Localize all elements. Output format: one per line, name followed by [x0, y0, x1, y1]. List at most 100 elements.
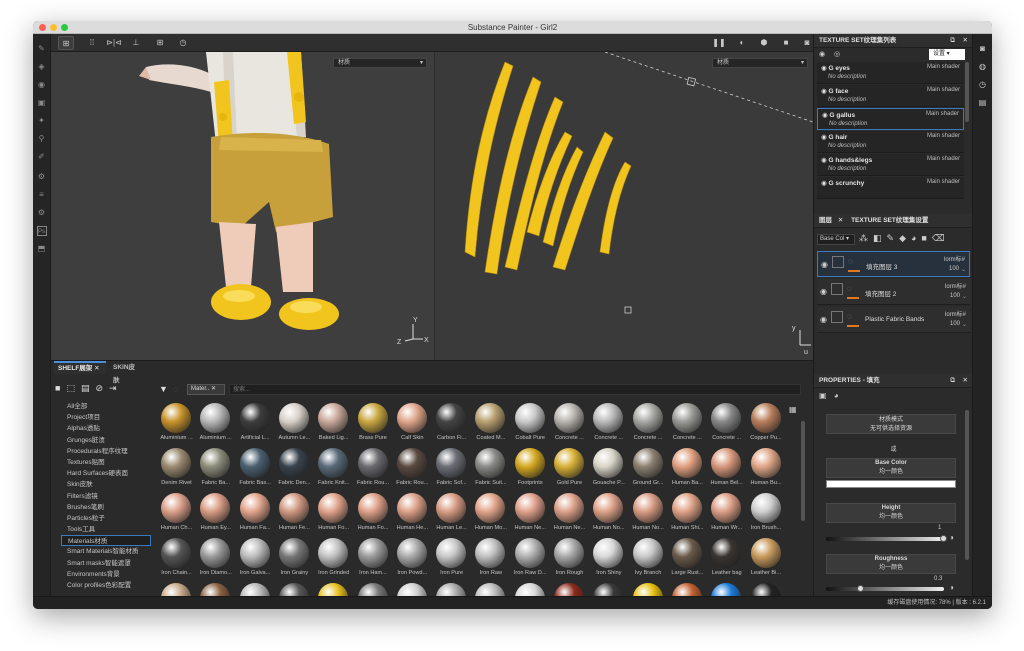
- grid-dots-icon[interactable]: ⁞⁞: [84, 36, 100, 50]
- material-item[interactable]: Fabric Ba...: [196, 448, 235, 496]
- projection-icon[interactable]: ◉: [37, 80, 47, 90]
- material-item[interactable]: Gold Pure: [550, 448, 589, 496]
- material-item[interactable]: Concrete ...: [629, 403, 668, 451]
- paint-icon[interactable]: ✎: [887, 233, 900, 243]
- category-all[interactable]: All全部: [61, 401, 151, 412]
- material-item[interactable]: Iron Chain...: [157, 538, 196, 586]
- eye-icon[interactable]: ◉: [822, 112, 828, 119]
- tab-shelf[interactable]: SHELF展架 ✕: [54, 361, 106, 374]
- category-tools[interactable]: Tools工具: [61, 524, 151, 535]
- material-item[interactable]: Fabric Bas...: [236, 448, 275, 496]
- category-materials[interactable]: Materials材质: [61, 535, 151, 547]
- material-item[interactable]: Iron Powd...: [393, 538, 432, 586]
- shader-label[interactable]: Main shader: [927, 87, 960, 93]
- settings-icon[interactable]: ⚙: [37, 208, 47, 218]
- material-item[interactable]: Iron Raw D...: [511, 538, 550, 586]
- material-item[interactable]: Fabric Den...: [275, 448, 314, 496]
- viewport-right-dropdown[interactable]: 材质 ▾: [712, 58, 808, 68]
- material-item[interactable]: Iron Ham...: [354, 538, 393, 586]
- material-item[interactable]: Autumn Le...: [275, 403, 314, 451]
- material-item[interactable]: Human Fa...: [236, 493, 275, 541]
- eye-icon[interactable]: ◉: [821, 88, 827, 95]
- category-color-profiles[interactable]: Color profiles色彩配置: [61, 580, 151, 591]
- material-item[interactable]: Human No...: [629, 493, 668, 541]
- category-alphas[interactable]: Alphas透贴: [61, 423, 151, 434]
- material-item[interactable]: Human Ne...: [511, 493, 550, 541]
- float-icon[interactable]: ⧉: [950, 34, 955, 48]
- eraser-icon[interactable]: ◈: [37, 62, 47, 72]
- texture-set-row[interactable]: ◉ G gallus Main shader No description: [817, 108, 964, 130]
- material-item[interactable]: Concrete ...: [707, 403, 746, 451]
- export-icon[interactable]: ⬒: [37, 244, 47, 254]
- category-smart-masks[interactable]: Smart masks智能遮罩: [61, 558, 151, 569]
- log-icon[interactable]: ▤: [973, 94, 992, 112]
- add-icon[interactable]: ⊞: [152, 36, 168, 50]
- material-item[interactable]: Ivy Branch: [629, 538, 668, 586]
- hide-icon[interactable]: ⊘: [95, 383, 109, 393]
- close-icon[interactable]: ✕: [838, 217, 843, 224]
- category-particles[interactable]: Particles粒子: [61, 513, 151, 524]
- category-skin[interactable]: Skin皮肤: [61, 479, 151, 490]
- material-item[interactable]: Concrete ...: [668, 403, 707, 451]
- material-item[interactable]: Fabric Rou...: [393, 448, 432, 496]
- chevron-down-icon[interactable]: ⌄: [962, 293, 967, 300]
- history-icon[interactable]: ◷: [175, 36, 191, 50]
- fill-mode-icon[interactable]: ◕: [834, 391, 839, 400]
- material-item[interactable]: Leather bag: [707, 538, 746, 586]
- eye-icon[interactable]: ◉: [819, 50, 825, 58]
- layer-blend[interactable]: lorm标#: [945, 281, 966, 290]
- chevron-down-icon[interactable]: ⌄: [961, 266, 966, 273]
- material-item[interactable]: Human Wr...: [707, 493, 746, 541]
- mask-icon[interactable]: ◧: [873, 233, 887, 243]
- material-item[interactable]: Concrete ...: [550, 403, 589, 451]
- grid-icon[interactable]: ⊞: [58, 36, 74, 50]
- category-procedurals[interactable]: Procedurals程序纹理: [61, 446, 151, 457]
- texture-set-scrollbar[interactable]: [965, 62, 969, 122]
- pause-icon[interactable]: ❚❚: [711, 36, 727, 50]
- eye-icon[interactable]: ◎: [834, 50, 840, 58]
- material-item[interactable]: Aluminium ...: [196, 403, 235, 451]
- material-item[interactable]: Baked Lig...: [314, 403, 353, 451]
- chevron-down-icon[interactable]: ⌄: [962, 321, 967, 328]
- category-smart-materials[interactable]: Smart Materials智能材质: [61, 546, 151, 557]
- refresh-icon[interactable]: ◌: [173, 384, 178, 394]
- picker-icon[interactable]: ◑: [949, 533, 954, 542]
- material-item[interactable]: Iron Raw: [471, 538, 510, 586]
- float-icon[interactable]: ⧉: [950, 374, 955, 388]
- roughness-slider[interactable]: [826, 585, 944, 592]
- material-item[interactable]: Human Fe...: [275, 493, 314, 541]
- material-icon[interactable]: ▣: [819, 391, 827, 400]
- import-icon[interactable]: ⇥: [109, 383, 123, 393]
- shader-label[interactable]: Main shader: [927, 64, 960, 70]
- material-item[interactable]: Human Le...: [432, 493, 471, 541]
- close-traffic-icon[interactable]: [39, 24, 46, 31]
- tab-skin[interactable]: SKIN皮肤: [109, 361, 145, 384]
- material-item[interactable]: Artificial L...: [236, 403, 275, 451]
- category-filters[interactable]: Filters滤镜: [61, 491, 151, 502]
- material-item[interactable]: Iron Grainy: [275, 538, 314, 586]
- material-item[interactable]: Human Ba...: [668, 448, 707, 496]
- cube-icon[interactable]: ⬢: [756, 36, 772, 50]
- eye-icon[interactable]: ◉: [821, 157, 827, 164]
- category-project[interactable]: Project项目: [61, 412, 151, 423]
- zoom-traffic-icon[interactable]: [61, 24, 68, 31]
- globe-icon[interactable]: ◍: [973, 58, 992, 76]
- save-icon[interactable]: ▤: [81, 383, 96, 393]
- category-grunges[interactable]: Grunges脏渍: [61, 435, 151, 446]
- material-item[interactable]: Iron Pure: [432, 538, 471, 586]
- close-icon[interactable]: ✕: [963, 374, 968, 388]
- material-item[interactable]: Iron Galva...: [236, 538, 275, 586]
- folder-icon[interactable]: ■: [55, 383, 66, 393]
- material-item[interactable]: Fabric Knit...: [314, 448, 353, 496]
- material-item[interactable]: Fabric Rou...: [354, 448, 393, 496]
- fill-icon[interactable]: ◆: [899, 233, 911, 243]
- material-item[interactable]: Ground Gr...: [629, 448, 668, 496]
- render-icon[interactable]: ◐: [734, 36, 750, 50]
- texture-set-row[interactable]: ◉ G hands&legs Main shader No description: [817, 154, 964, 176]
- material-item[interactable]: Cobalt Pure: [511, 403, 550, 451]
- material-item[interactable]: Human Fo...: [314, 493, 353, 541]
- height-slider-knob[interactable]: [940, 535, 947, 542]
- height-slider[interactable]: [826, 535, 947, 542]
- category-brushes[interactable]: Brushes笔刷: [61, 502, 151, 513]
- material-item[interactable]: Carbon Fi...: [432, 403, 471, 451]
